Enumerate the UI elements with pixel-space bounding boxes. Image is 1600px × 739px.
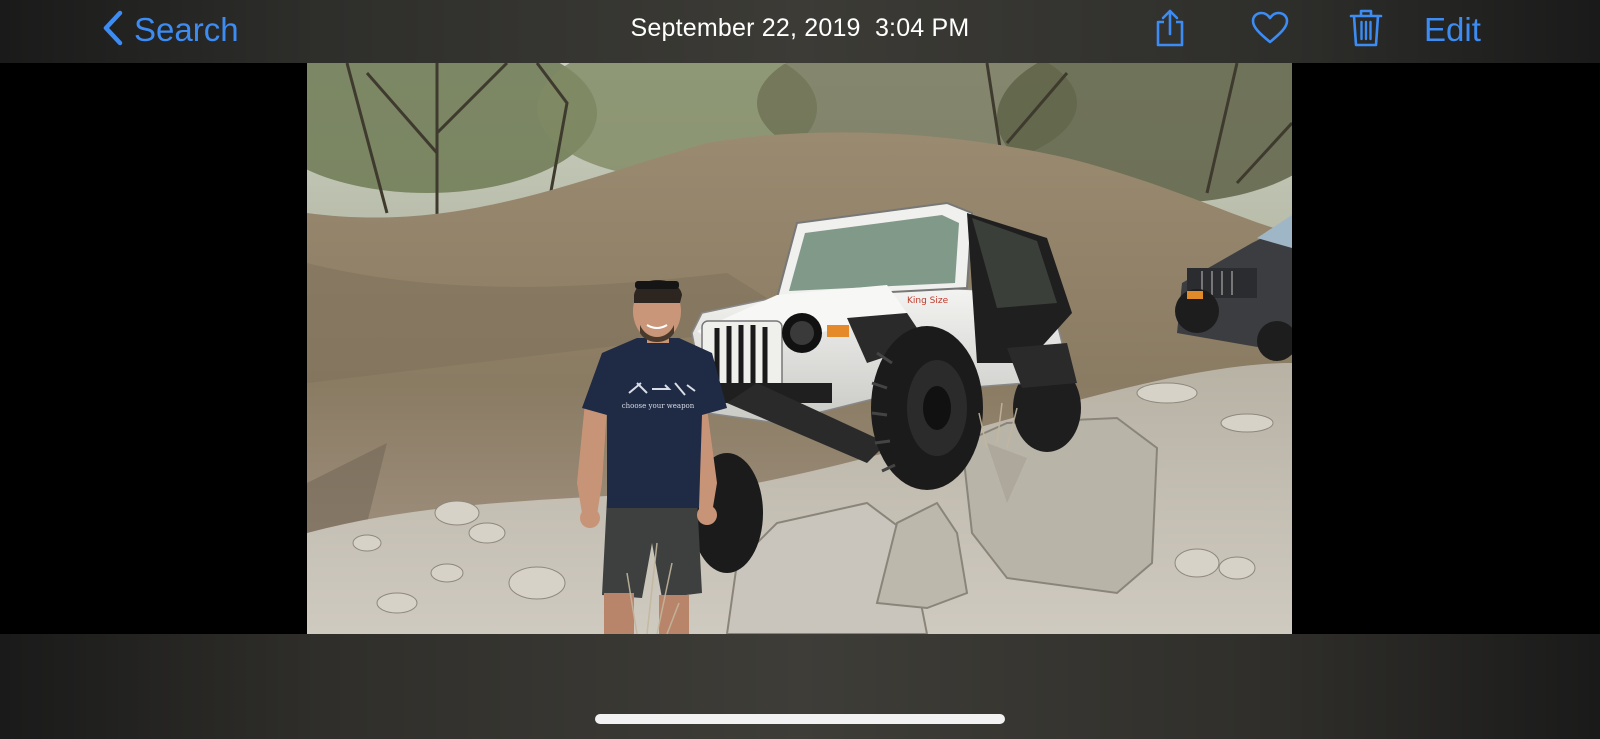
heart-icon [1251, 11, 1289, 50]
favorite-button[interactable] [1248, 8, 1292, 52]
edit-button[interactable]: Edit [1424, 11, 1481, 49]
share-button[interactable] [1148, 8, 1192, 52]
trash-icon [1349, 8, 1383, 53]
photo-viewer-screen: Search September 22, 2019 3:04 PM Edit K… [0, 0, 1600, 739]
photo-image[interactable]: King Size choose your weapon [307, 63, 1292, 634]
delete-button[interactable] [1344, 8, 1388, 52]
top-navigation-bar: Search September 22, 2019 3:04 PM Edit [0, 0, 1600, 63]
photo-stage: King Size choose your weapon [0, 63, 1600, 634]
home-indicator[interactable] [595, 714, 1005, 724]
jeep-sticker: King Size [907, 296, 949, 306]
shirt-text: choose your weapon [622, 402, 695, 410]
bottom-toolbar [0, 634, 1600, 739]
share-icon [1152, 8, 1188, 53]
